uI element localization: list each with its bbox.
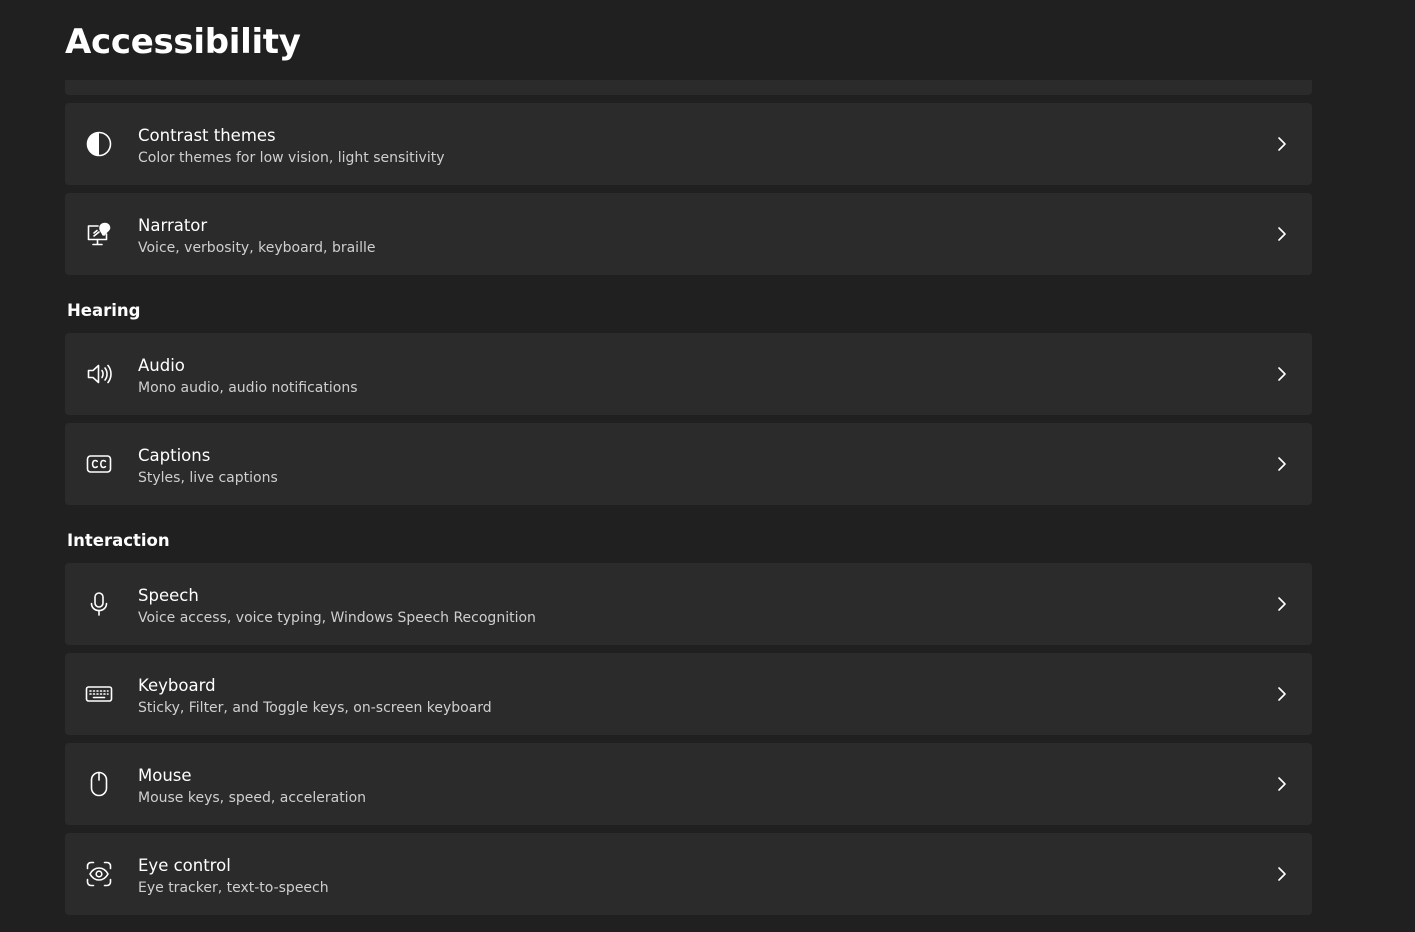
section-header-hearing: Hearing	[67, 301, 141, 320]
chevron-right-icon	[1274, 864, 1290, 884]
narrator-icon	[85, 220, 113, 248]
item-subtitle: Eye tracker, text-to-speech	[138, 880, 329, 896]
item-title: Narrator	[138, 216, 208, 235]
captions-item[interactable]: Captions Styles, live captions	[65, 423, 1312, 505]
closed-captions-icon	[85, 450, 113, 478]
section-header-interaction: Interaction	[67, 531, 170, 550]
item-title: Captions	[138, 446, 211, 465]
chevron-right-icon	[1274, 364, 1290, 384]
chevron-right-icon	[1274, 774, 1290, 794]
speech-item[interactable]: Speech Voice access, voice typing, Windo…	[65, 563, 1312, 645]
chevron-right-icon	[1274, 684, 1290, 704]
narrator-item[interactable]: Narrator Voice, verbosity, keyboard, bra…	[65, 193, 1312, 275]
item-title: Speech	[138, 586, 199, 605]
item-title: Keyboard	[138, 676, 216, 695]
mouse-item[interactable]: Mouse Mouse keys, speed, acceleration	[65, 743, 1312, 825]
chevron-right-icon	[1274, 224, 1290, 244]
item-subtitle: Mouse keys, speed, acceleration	[138, 790, 367, 806]
keyboard-icon	[85, 680, 113, 708]
item-subtitle: Styles, live captions	[138, 470, 278, 486]
keyboard-item[interactable]: Keyboard Sticky, Filter, and Toggle keys…	[65, 653, 1312, 735]
item-subtitle: Voice access, voice typing, Windows Spee…	[138, 610, 536, 626]
item-title: Contrast themes	[138, 126, 276, 145]
contrast-themes-item[interactable]: Contrast themes Color themes for low vis…	[65, 103, 1312, 185]
speaker-icon	[85, 360, 113, 388]
chevron-right-icon	[1274, 454, 1290, 474]
item-subtitle: Sticky, Filter, and Toggle keys, on-scre…	[138, 700, 492, 716]
audio-item[interactable]: Audio Mono audio, audio notifications	[65, 333, 1312, 415]
item-title: Mouse	[138, 766, 192, 785]
microphone-icon	[85, 590, 113, 618]
item-subtitle: Color themes for low vision, light sensi…	[138, 150, 445, 166]
partially-visible-card[interactable]	[65, 80, 1312, 95]
eye-control-item[interactable]: Eye control Eye tracker, text-to-speech	[65, 833, 1312, 915]
contrast-icon	[85, 130, 113, 158]
page-title: Accessibility	[65, 22, 301, 62]
settings-list[interactable]: Contrast themes Color themes for low vis…	[65, 80, 1312, 932]
item-subtitle: Mono audio, audio notifications	[138, 380, 358, 396]
chevron-right-icon	[1274, 134, 1290, 154]
chevron-right-icon	[1274, 594, 1290, 614]
settings-page: Accessibility Contrast themes Color them…	[0, 0, 1415, 932]
mouse-icon	[85, 770, 113, 798]
item-title: Audio	[138, 356, 185, 375]
item-subtitle: Voice, verbosity, keyboard, braille	[138, 240, 376, 256]
eye-control-icon	[85, 860, 113, 888]
item-title: Eye control	[138, 856, 231, 875]
